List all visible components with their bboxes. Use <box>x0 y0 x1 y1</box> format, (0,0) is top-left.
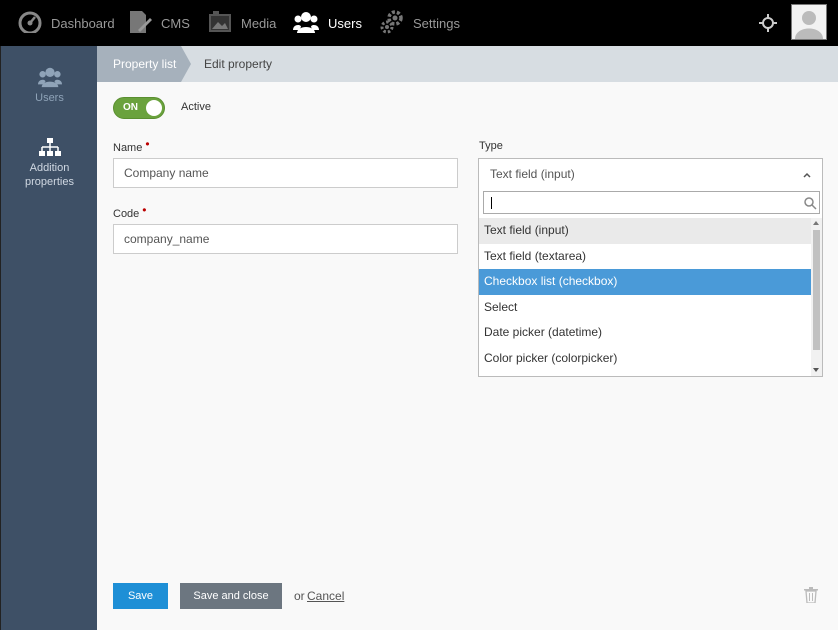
type-select-value[interactable]: Text field (input) <box>479 159 822 189</box>
active-label: Active <box>181 101 211 113</box>
type-option[interactable]: Text field (textarea) <box>479 244 811 270</box>
nav-settings-label: Settings <box>413 15 460 31</box>
nav-media-label: Media <box>241 15 277 31</box>
document-pen-icon <box>128 10 152 37</box>
name-label: Name • <box>113 137 150 154</box>
scroll-thumb[interactable] <box>813 230 820 350</box>
type-label: Type <box>479 140 503 152</box>
nav-dashboard[interactable]: Dashboard <box>18 0 115 46</box>
type-option[interactable]: Date picker (datetime) <box>479 320 811 346</box>
name-label-text: Name <box>113 142 143 154</box>
type-option[interactable]: Text field (input) <box>479 218 811 244</box>
breadcrumb-arrow <box>181 46 191 82</box>
breadcrumb-edit-property: Edit property <box>204 57 273 71</box>
nav-settings[interactable]: Settings <box>380 0 460 46</box>
nav-cms[interactable]: CMS <box>128 0 190 46</box>
type-option-selected[interactable]: Checkbox list (checkbox) <box>479 269 811 295</box>
sidebar: Users Addition properties <box>0 46 97 630</box>
text-cursor <box>491 197 492 209</box>
required-marker: • <box>145 137 150 151</box>
save-and-close-button[interactable]: Save and close <box>180 583 282 609</box>
type-search-input[interactable] <box>483 191 820 214</box>
sidebar-item-users-label: Users <box>35 92 64 104</box>
speedometer-icon <box>18 11 42 36</box>
name-field[interactable] <box>113 158 458 188</box>
top-navbar: Dashboard CMS Media Users Settings <box>0 0 838 46</box>
code-label: Code • <box>113 203 147 220</box>
nav-users[interactable]: Users <box>293 0 362 46</box>
type-options-list: Text field (input) Text field (textarea)… <box>479 218 811 371</box>
sidebar-item-users[interactable]: Users <box>1 66 98 105</box>
scroll-up-arrow[interactable] <box>813 221 819 225</box>
breadcrumb-property-list[interactable]: Property list <box>97 46 181 82</box>
required-marker: • <box>142 203 147 217</box>
hierarchy-icon <box>1 138 98 158</box>
active-toggle[interactable]: ON <box>113 97 165 119</box>
code-label-text: Code <box>113 208 140 220</box>
sidebar-item-addition-properties[interactable]: Addition properties <box>1 138 98 189</box>
gears-icon <box>380 9 404 37</box>
options-scrollbar[interactable] <box>811 218 822 376</box>
type-select[interactable]: Text field (input) Text field (input) Te… <box>478 158 823 377</box>
cancel-link[interactable]: Cancel <box>307 589 344 603</box>
breadcrumb: Property list Edit property <box>97 46 838 82</box>
sidebar-item-addition-properties-label: Addition properties <box>25 162 74 188</box>
chevron-up-icon[interactable] <box>802 169 812 179</box>
image-icon <box>208 10 232 36</box>
nav-dashboard-label: Dashboard <box>51 15 115 31</box>
nav-users-label: Users <box>328 15 362 31</box>
or-text: or <box>294 589 305 603</box>
users-icon <box>1 66 98 88</box>
type-option[interactable]: Select <box>479 295 811 321</box>
search-icon <box>803 196 817 210</box>
nav-cms-label: CMS <box>161 15 190 31</box>
trash-icon[interactable] <box>804 587 818 604</box>
type-option[interactable]: Color picker (colorpicker) <box>479 346 811 372</box>
nav-media[interactable]: Media <box>208 0 276 46</box>
toggle-knob <box>146 100 162 116</box>
target-icon[interactable] <box>758 13 778 33</box>
toggle-on-label: ON <box>123 102 138 113</box>
avatar[interactable] <box>791 4 827 40</box>
scroll-down-arrow[interactable] <box>813 368 819 372</box>
save-button[interactable]: Save <box>113 583 168 609</box>
users-icon <box>293 11 319 36</box>
code-field[interactable] <box>113 224 458 254</box>
